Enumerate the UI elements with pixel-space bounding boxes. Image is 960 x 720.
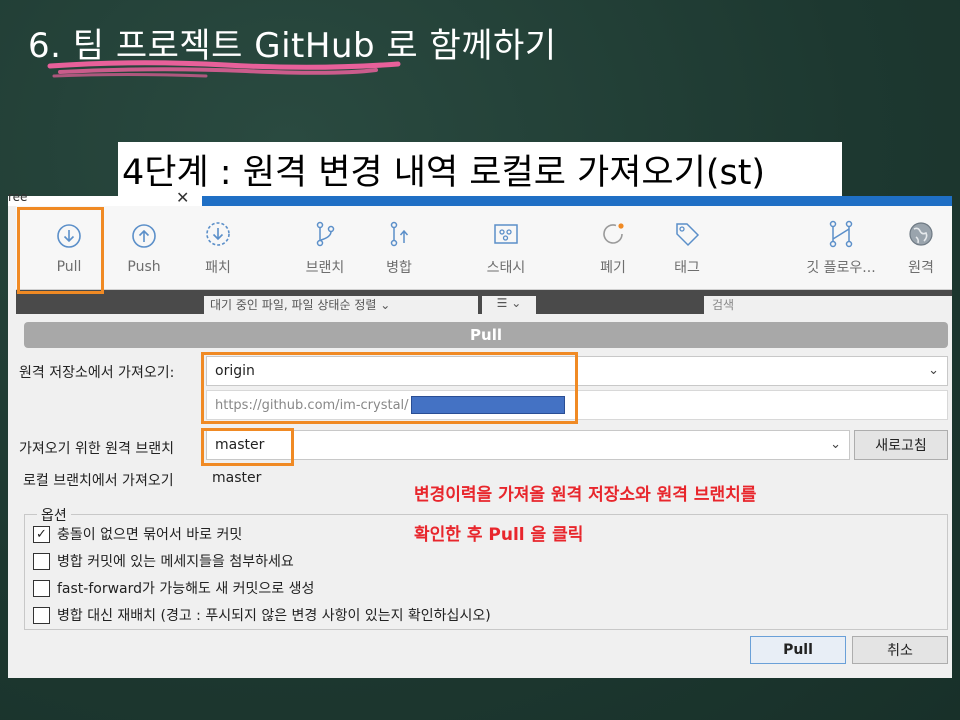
local-branch-label: 로컬 브랜치에서 가져오기 (23, 473, 174, 489)
window-title-fragment: ree (8, 190, 28, 204)
toolbar-stash-button[interactable]: 스태시 (471, 206, 541, 290)
annotation-line-1: 변경이력을 가져올 원격 저장소와 원격 브랜치를 (414, 485, 757, 505)
option-label: 병합 커밋에 있는 메세지들을 첨부하세요 (57, 554, 294, 570)
toolbar-patch-button[interactable]: 패치 (183, 206, 253, 290)
toolbar-branch-button[interactable]: 브랜치 (290, 206, 360, 290)
remote-repo-label: 원격 저장소에서 가져오기: (19, 365, 175, 381)
toolbar-remote-label: 원격 (908, 260, 934, 276)
push-icon (132, 224, 156, 248)
option-label: 병합 대신 재배치 (경고 : 푸시되지 않은 변경 사항이 있는지 확인하십시… (57, 608, 491, 624)
step-caption: 4단계 : 원격 변경 내역 로컬로 가져오기(st) (118, 142, 842, 196)
branch-icon (316, 221, 335, 247)
main-toolbar: Pull Push 패치 브랜치 병합 스태시 폐기 태그 깃 플로우... 원… (16, 206, 952, 290)
option-no-fast-forward[interactable]: fast-forward가 가능해도 새 커밋으로 생성 (33, 578, 314, 598)
option-label: 충돌이 없으면 묶어서 바로 커밋 (57, 527, 243, 543)
toolbar-git-flow-label: 깃 플로우... (806, 260, 876, 276)
option-auto-commit[interactable]: ✓ 충돌이 없으면 묶어서 바로 커밋 (33, 524, 242, 544)
window-titlebar: ree ✕ (8, 188, 952, 207)
toolbar-git-flow-button[interactable]: 깃 플로우... (796, 206, 886, 290)
pull-ok-button[interactable]: Pull (750, 636, 846, 664)
toolbar-discard-label: 폐기 (600, 260, 626, 276)
remote-branch-dropdown[interactable]: master ⌄ (206, 430, 850, 460)
discard-icon (603, 223, 624, 244)
toolbar-merge-label: 병합 (386, 260, 412, 276)
merge-icon (390, 221, 409, 247)
stash-icon (494, 224, 518, 244)
checkbox-checked[interactable]: ✓ (33, 525, 50, 543)
options-legend: 옵션 (37, 505, 71, 525)
toolbar-patch-label: 패치 (205, 260, 231, 276)
toolbar-branch-label: 브랜치 (305, 260, 345, 276)
annotation-line-2: 확인한 후 Pull 을 클릭 (414, 525, 584, 545)
toolbar-stash-label: 스태시 (486, 260, 526, 276)
search-input[interactable]: 검색 (704, 296, 952, 314)
remote-globe-icon (909, 222, 933, 246)
toolbar-tag-label: 태그 (674, 260, 700, 276)
patch-icon (206, 222, 230, 246)
highlight-remote-branch (201, 428, 294, 466)
checkbox[interactable] (33, 579, 50, 597)
window-accent-strip (202, 196, 952, 206)
toolbar-merge-button[interactable]: 병합 (364, 206, 434, 290)
toolbar-discard-button[interactable]: 폐기 (578, 206, 648, 290)
local-branch-value: master (212, 470, 262, 486)
git-flow-icon (829, 220, 853, 248)
toolbar-remote-button[interactable]: 원격 (886, 206, 956, 290)
toolbar-tag-button[interactable]: 태그 (652, 206, 722, 290)
highlight-remote-repo (201, 352, 578, 424)
option-label: fast-forward가 가능해도 새 커밋으로 생성 (57, 581, 315, 597)
remote-branch-label: 가져오기 위한 원격 브랜치 (19, 441, 175, 457)
checkbox[interactable] (33, 606, 50, 624)
file-filter-bar: 대기 중인 파일, 파일 상태순 정렬 ⌄ ☰ ⌄ 검색 (16, 290, 952, 314)
chevron-down-icon: ⌄ (830, 437, 841, 452)
chalk-underline-decoration (47, 60, 401, 78)
cancel-button[interactable]: 취소 (852, 636, 948, 664)
sourcetree-window: ree ✕ Pull Push 패치 브랜치 병합 스태시 폐기 태그 깃 플로… (8, 188, 952, 678)
view-mode-dropdown[interactable]: ☰ ⌄ (482, 296, 536, 314)
file-status-filter-dropdown[interactable]: 대기 중인 파일, 파일 상태순 정렬 ⌄ (204, 296, 478, 314)
toolbar-push-label: Push (127, 259, 161, 275)
checkbox[interactable] (33, 552, 50, 570)
chevron-down-icon: ⌄ (928, 363, 939, 378)
highlight-pull-toolbar (17, 207, 104, 294)
option-rebase[interactable]: 병합 대신 재배치 (경고 : 푸시되지 않은 변경 사항이 있는지 확인하십시… (33, 605, 491, 625)
tag-icon (676, 223, 700, 247)
dialog-title: Pull (24, 322, 948, 348)
tab-close-icon[interactable]: ✕ (176, 188, 189, 207)
option-include-messages[interactable]: 병합 커밋에 있는 메세지들을 첨부하세요 (33, 551, 294, 571)
refresh-button[interactable]: 새로고침 (854, 430, 948, 460)
toolbar-push-button[interactable]: Push (109, 206, 179, 290)
